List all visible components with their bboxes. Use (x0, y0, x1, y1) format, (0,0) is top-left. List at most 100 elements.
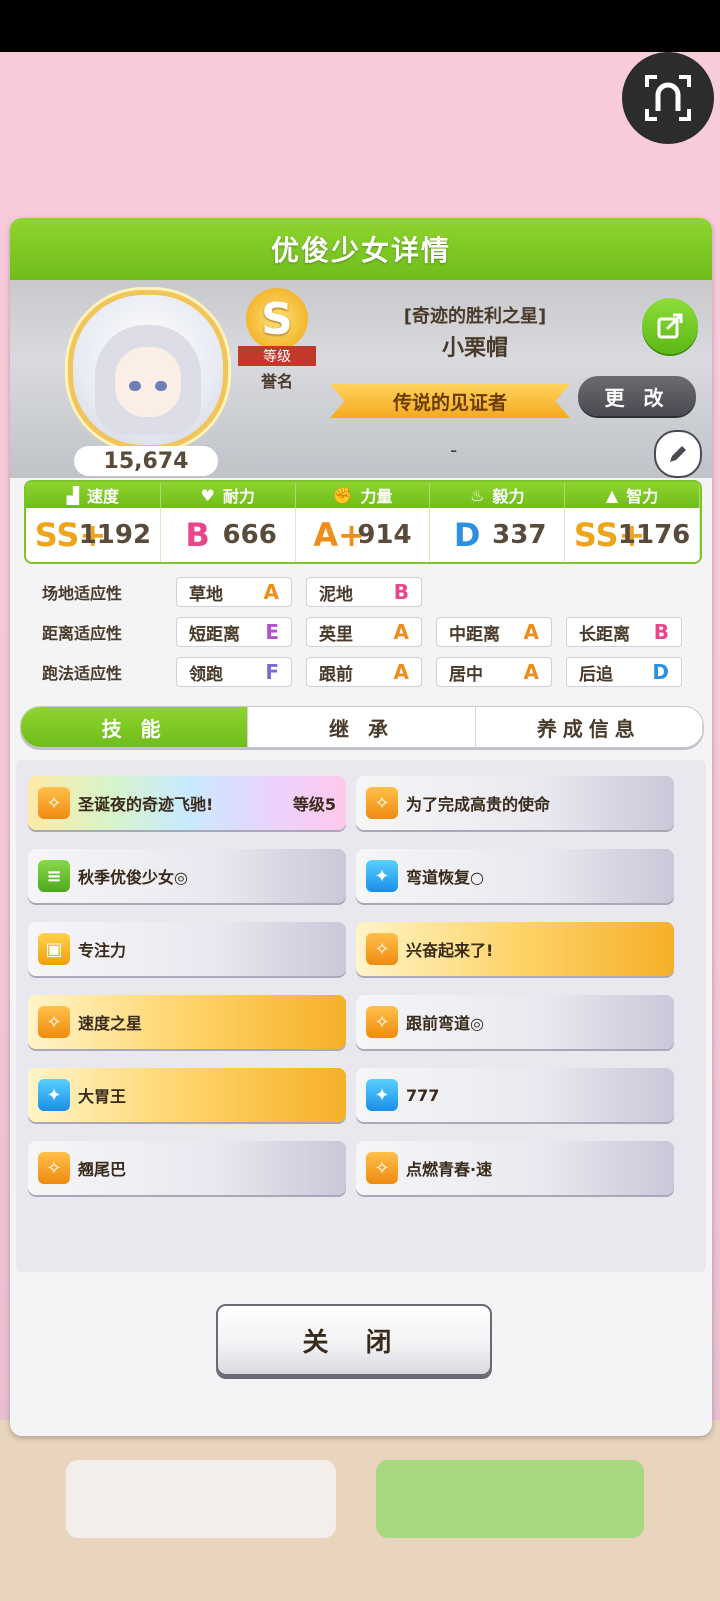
aptitude-name: 长距离 (579, 624, 630, 645)
subtitle-placeholder: - (450, 438, 458, 462)
aptitude-chip: 领跑 F (176, 657, 292, 687)
aptitude-chip: 跟前 A (306, 657, 422, 687)
aptitude-chip: 居中 A (436, 657, 552, 687)
aptitude-chip: 后追 D (566, 657, 682, 687)
speed-icon: ✧ (366, 787, 398, 819)
rank-label: 誉名 (260, 372, 293, 391)
horseshoe-icon[interactable] (622, 52, 714, 144)
stats-panel: ▟ 速度 ♥ 耐力 ✊ 力量 ♨ 毅力 ▲ 智力 SS+ 1192 B 666 A+ 914 D 337 SS+ 1… (24, 480, 702, 564)
skill-item[interactable]: ✦ 弯道恢复○ (356, 849, 674, 903)
aptitude-row: 场地适应性 草地 A 泥地 B (30, 576, 436, 608)
skill-name: 专注力 (78, 941, 127, 960)
recovery-icon: ✦ (366, 860, 398, 892)
rank-ribbon: 等级 (238, 346, 316, 366)
character-portrait (68, 290, 228, 450)
close-button[interactable]: 关 闭 (216, 1304, 492, 1376)
skill-item[interactable]: ✦ 777 (356, 1068, 674, 1122)
aptitude-grade: A (393, 620, 409, 644)
aptitude-grade: B (653, 620, 669, 644)
stat-header-guts: ♨ 毅力 (430, 482, 566, 508)
tab-inheritance[interactable]: 继 承 (248, 707, 476, 747)
skill-name: 大胃王 (78, 1087, 127, 1106)
stat-value: 1192 (78, 520, 152, 550)
green-skill-icon: ≡ (38, 860, 70, 892)
gate-icon: ▣ (38, 933, 70, 965)
skill-name: 777 (406, 1085, 440, 1105)
skill-item[interactable]: ✧ 点燃青春·速 (356, 1141, 674, 1195)
change-title-button[interactable]: 更 改 (578, 376, 696, 416)
stat-value: 1176 (617, 520, 691, 550)
share-button[interactable] (642, 298, 698, 354)
skill-item[interactable]: ✦ 大胃王 (28, 1068, 346, 1122)
aptitude-grade: A (523, 620, 539, 644)
skill-name: 点燃青春·速 (406, 1160, 493, 1179)
speed-icon: ✧ (366, 1152, 398, 1184)
aptitude-row: 跑法适应性 领跑 F 跟前 A 居中 A 后追 D (30, 656, 696, 688)
aptitude-grade: A (523, 660, 539, 684)
speed-icon: ✧ (38, 1152, 70, 1184)
aptitude-name: 英里 (319, 624, 353, 645)
stat-cell-stamina: B 666 (161, 508, 296, 562)
evaluation-score: 15,674 (74, 446, 218, 476)
stat-grade: A+ (313, 516, 365, 554)
skill-name: 跟前弯道◎ (406, 1014, 484, 1033)
aptitude-chip: 中距离 A (436, 617, 552, 647)
skill-item[interactable]: ✧ 为了完成高贵的使命 (356, 776, 674, 830)
skill-item[interactable]: ≡ 秋季优俊少女◎ (28, 849, 346, 903)
pencil-icon (670, 446, 686, 462)
aptitude-name: 泥地 (319, 584, 353, 605)
skill-name: 翘尾巴 (78, 1160, 127, 1179)
stat-label: 智力 (626, 487, 659, 506)
aptitude-name: 居中 (449, 664, 483, 685)
skill-level: 等级5 (292, 795, 336, 814)
skill-item[interactable]: ✧ 圣诞夜的奇迹飞驰! 等级5 (28, 776, 346, 830)
skill-item[interactable]: ✧ 速度之星 (28, 995, 346, 1049)
umamusume-detail-dialog: 优俊少女详情 15,674 S 等级 誉名 [奇迹的胜利之星] 小栗帽 传说的见… (10, 218, 712, 1436)
skill-item[interactable]: ✧ 跟前弯道◎ (356, 995, 674, 1049)
aptitude-grade: B (393, 580, 409, 604)
graduation-cap-icon: ▲ (605, 485, 619, 505)
edit-button[interactable] (654, 430, 702, 478)
rank-badge: S 等级 誉名 (238, 288, 316, 391)
aptitude-label: 跑法适应性 (42, 664, 123, 683)
aptitude-chip: 草地 A (176, 577, 292, 607)
portrait-eye-right (155, 381, 167, 391)
aptitude-grade: D (652, 660, 669, 684)
aptitude-grade: A (263, 580, 279, 604)
skill-name: 圣诞夜的奇迹飞驰! (78, 795, 214, 814)
flame-icon: ♨ (470, 485, 485, 505)
aptitude-name: 短距离 (189, 624, 240, 645)
stat-value: 666 (222, 520, 277, 550)
stat-header-speed: ▟ 速度 (26, 482, 161, 508)
stat-grade: SS+ (573, 516, 646, 554)
stat-header-stamina: ♥ 耐力 (161, 482, 296, 508)
recovery-icon: ✦ (366, 1079, 398, 1111)
aptitude-label: 距离适应性 (42, 624, 123, 643)
heart-icon: ♥ (200, 485, 215, 505)
stat-cell-power: A+ 914 (296, 508, 431, 562)
stat-cell-guts: D 337 (430, 508, 566, 562)
speed-icon: ✧ (38, 787, 70, 819)
recovery-icon: ✦ (38, 1079, 70, 1111)
aptitude-grade: A (393, 660, 409, 684)
skill-item[interactable]: ✧ 兴奋起来了! (356, 922, 674, 976)
profile-banner: 15,674 S 等级 誉名 [奇迹的胜利之星] 小栗帽 传说的见证者 更 改 … (10, 280, 712, 478)
stat-label: 速度 (87, 487, 120, 506)
tab-training-info[interactable]: 养成信息 (476, 707, 703, 747)
stat-header-wit: ▲ 智力 (565, 482, 700, 508)
shoe-icon: ▟ (66, 485, 80, 505)
skill-item[interactable]: ▣ 专注力 (28, 922, 346, 976)
stat-grade: D (453, 516, 481, 554)
speed-icon: ✧ (366, 933, 398, 965)
tab-skills[interactable]: 技 能 (21, 707, 249, 747)
stat-cell-speed: SS+ 1192 (26, 508, 161, 562)
skills-list: ✧ 圣诞夜的奇迹飞驰! 等级5 ✧ 为了完成高贵的使命 ≡ 秋季优俊少女◎ ✦ 弯道恢复○ ▣ 专注… (16, 760, 706, 1272)
aptitude-name: 中距离 (449, 624, 500, 645)
character-name: 小栗帽 (441, 336, 508, 361)
skill-item[interactable]: ✧ 翘尾巴 (28, 1141, 346, 1195)
aptitude-chip: 英里 A (306, 617, 422, 647)
skill-name: 秋季优俊少女◎ (78, 868, 188, 887)
background-button-left (66, 1460, 336, 1538)
skill-name: 兴奋起来了! (406, 941, 494, 960)
skill-name: 速度之星 (78, 1014, 143, 1033)
